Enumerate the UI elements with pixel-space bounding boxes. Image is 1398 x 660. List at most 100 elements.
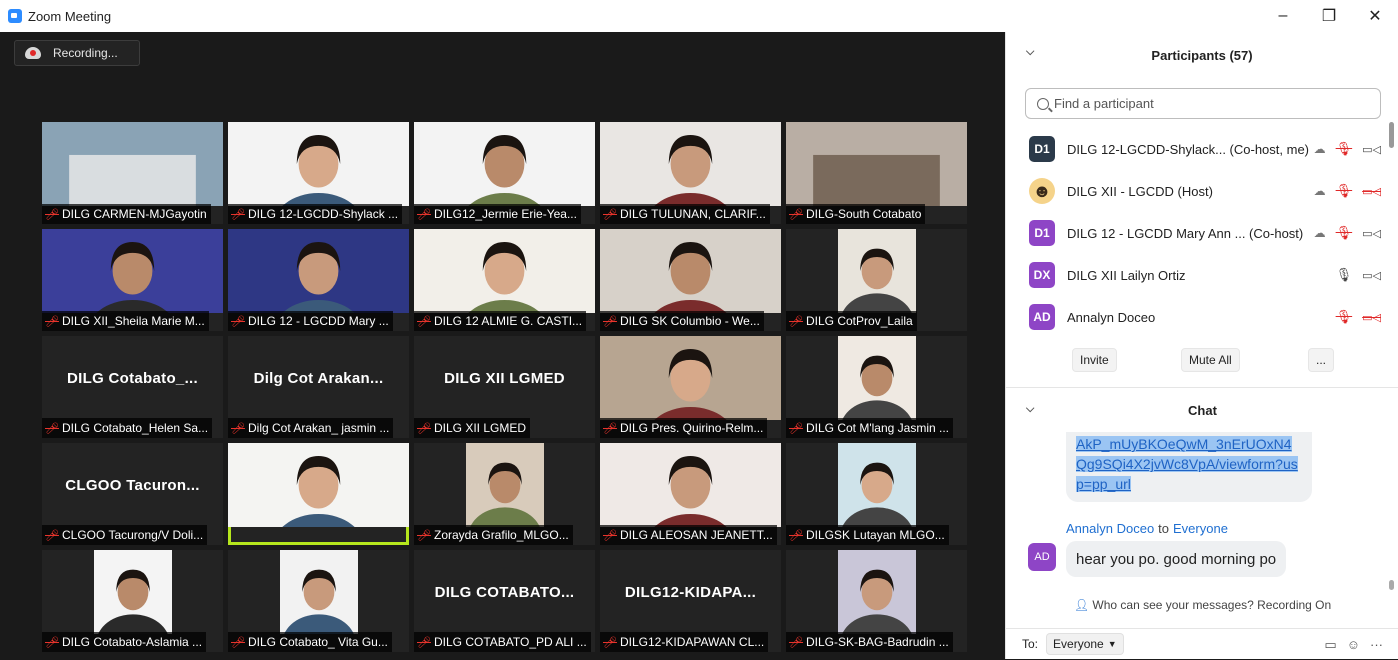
tile-name-label: 🎤︎ CLGOO Tacurong/V Doli... [42, 525, 208, 545]
video-feed [837, 336, 916, 438]
tile-name: DILG XII_Sheila Marie M... [62, 314, 205, 328]
more-options-button[interactable]: ... [1308, 348, 1335, 372]
video-tile[interactable]: DILG Cotabato_... 🎤︎ DILG Cotabato_Helen S… [42, 336, 223, 438]
mic-muted-icon: 🎤︎ [417, 636, 431, 649]
video-feed [600, 443, 781, 545]
video-tile[interactable]: 🎤︎ DILG Cotabato-Aslamia ... [42, 550, 223, 652]
person-silhouette [96, 569, 169, 652]
participant-row[interactable]: D1 DILG 12 - LGCDD Mary Ann ... (Co-host)… [1006, 212, 1391, 254]
mute-all-button[interactable]: Mute All [1181, 348, 1240, 372]
recording-indicator[interactable]: Recording... [14, 40, 140, 66]
tile-display-name: CLGOO Tacuron... [65, 477, 200, 494]
file-icon[interactable]: ▭ [1324, 637, 1336, 653]
video-feed [600, 229, 781, 331]
video-feed [465, 443, 544, 545]
participant-row[interactable]: AD Annalyn Doceo 🎙︎ ▭◁ [1006, 296, 1391, 338]
video-tile[interactable]: 🎤︎ DILG SK Columbio - We... [600, 229, 781, 331]
chat-message: hear you po. good morning po [1066, 541, 1287, 577]
tile-name-label: 🎤︎ DILG Cot M'lang Jasmin ... [786, 418, 954, 438]
video-tile[interactable]: 🎤︎ DILG XII_Sheila Marie M... [42, 229, 223, 331]
chat-sender[interactable]: Annalyn Doceo [1066, 521, 1154, 536]
maximize-button[interactable]: ❐ [1306, 0, 1352, 32]
zoom-app-icon [8, 9, 22, 23]
video-tile[interactable]: 🎤︎ DILG 12 ALMIE G. CASTI... [414, 229, 595, 331]
cloud-recording-icon: ☁ [1313, 226, 1326, 240]
tile-name-label: 🎤︎ DILG 12 ALMIE G. CASTI... [414, 311, 587, 331]
emoji-icon[interactable]: ☺ [1347, 637, 1360, 652]
video-feed [837, 443, 916, 545]
video-icon: ▭◁ [1362, 227, 1381, 240]
avatar: D1 [1029, 136, 1055, 162]
participant-row[interactable]: ☻ DILG XII - LGCDD (Host) ☁ 🎙︎ ▭◁ [1006, 170, 1391, 212]
video-tile[interactable]: 🎤︎ Zorayda Grafilo_MLGO... [414, 443, 595, 545]
minimize-button[interactable]: – [1260, 0, 1306, 32]
mic-muted-icon: 🎤︎ [45, 422, 59, 435]
video-tile[interactable]: DILG XII LGMED 🎤︎ DILG XII LGMED [414, 336, 595, 438]
tile-name: Dilg Cot Arakan_ jasmin ... [248, 421, 390, 435]
participant-row[interactable]: DX DILG XII Lailyn Ortiz 🎙︎ ▭◁ [1006, 254, 1391, 296]
video-tile[interactable]: 🎤︎ DILG ALEOSAN JEANETT... [600, 443, 781, 545]
video-tile[interactable]: DILG12-KIDAPA... 🎤︎ DILG12-KIDAPAWAN CL... [600, 550, 781, 652]
mic-muted-icon: 🎤︎ [603, 315, 617, 328]
tile-name: DILG12_Jermie Erie-Yea... [434, 207, 577, 221]
video-tile[interactable]: 🎤︎ DILG12_Jermie Erie-Yea... [414, 122, 595, 224]
video-tile[interactable]: 🎤︎ DILG Cot M'lang Jasmin ... [786, 336, 967, 438]
video-tile[interactable]: 🎤︎ DILG 12-LGCDD-Shylack ... [228, 122, 409, 224]
video-tile[interactable]: 🎤︎ DILGSK Lutayan MLGO... [786, 443, 967, 545]
chat-collapse-chevron-icon[interactable]: ⌵ [1026, 403, 1034, 416]
mic-muted-icon: 🎙︎ [1335, 141, 1353, 156]
mic-muted-icon: 🎤︎ [789, 529, 803, 542]
video-off-icon: ▭◁ [1362, 185, 1381, 198]
tile-name-label: 🎤︎ DILG Cotabato_Helen Sa... [42, 418, 213, 438]
participant-list: D1 DILG 12-LGCDD-Shylack... (Co-host, me)… [1006, 128, 1391, 338]
close-button[interactable]: ✕ [1352, 0, 1398, 32]
video-tile[interactable]: 🎤︎ DILG CotProv_Laila [786, 229, 967, 331]
person-silhouette [271, 456, 366, 545]
video-tile[interactable]: CLGOO Tacuron... 🎤︎ CLGOO Tacurong/V Doli.… [42, 443, 223, 545]
recipient-select[interactable]: Everyone ▼ [1046, 633, 1124, 655]
person-silhouette [643, 349, 738, 438]
mic-muted-icon: 🎤︎ [231, 208, 245, 221]
person-silhouette [643, 242, 738, 331]
video-tile[interactable]: 🎤︎ DILG TULUNAN, CLARIF... [600, 122, 781, 224]
chevron-down-icon: ▼ [1107, 639, 1117, 649]
tile-name-label: 🎤︎ DILG-South Cotabato [786, 204, 926, 224]
video-tile[interactable]: 🎤︎ DILG Pres. Quirino-Relm... [600, 336, 781, 438]
participant-list-scrollbar[interactable] [1389, 122, 1394, 148]
person-silhouette [643, 456, 738, 545]
more-icon[interactable]: ··· [1370, 637, 1383, 652]
participant-search-input[interactable]: Find a participant [1025, 88, 1381, 119]
tile-name-label: 🎤︎ DILG SK Columbio - We... [600, 311, 764, 331]
video-icon: ▭◁ [1362, 143, 1381, 156]
video-tile[interactable]: 🎤︎ DILG-South Cotabato [786, 122, 967, 224]
cloud-recording-icon: ☁ [1313, 142, 1326, 156]
tile-display-name: DILG XII LGMED [444, 370, 565, 387]
video-feed [837, 229, 916, 331]
person-silhouette [840, 248, 913, 331]
video-tile[interactable]: 🎤︎ DILG 12 - LGCDD Mary ... [228, 229, 409, 331]
tile-name: DILG COTABATO_PD ALI ... [434, 635, 587, 649]
video-tile[interactable]: DILG COTABATO... 🎤︎ DILG COTABATO_PD ALI .… [414, 550, 595, 652]
chat-link[interactable]: AkP_mUyBKOeQwM_3nErUOxN4Qg9SQi4X2jvWc8Vp… [1076, 436, 1298, 492]
video-tile[interactable]: 🎤︎ DILG-SK-BAG-Badrudin ... [786, 550, 967, 652]
video-feed [600, 122, 781, 224]
video-tile[interactable]: 🎤︎ DILG Cotabato_ Vita Gu... [228, 550, 409, 652]
mic-muted-icon: 🎤︎ [789, 315, 803, 328]
video-tile[interactable] [228, 443, 409, 545]
collapse-chevron-icon[interactable]: ⌵ [1026, 46, 1034, 59]
invite-button[interactable]: Invite [1072, 348, 1117, 372]
person-silhouette [468, 462, 541, 545]
video-tile[interactable]: Dilg Cot Arakan... 🎤︎ Dilg Cot Arakan_ jas… [228, 336, 409, 438]
video-tile[interactable]: 🎤︎ DILG CARMEN-MJGayotin [42, 122, 223, 224]
tile-name-label: 🎤︎ DILG Cotabato-Aslamia ... [42, 632, 207, 652]
tile-name: DILG Pres. Quirino-Relm... [620, 421, 764, 435]
participant-row[interactable]: D1 DILG 12-LGCDD-Shylack... (Co-host, me)… [1006, 128, 1391, 170]
tile-name-label: 🎤︎ DILG Cotabato_ Vita Gu... [228, 632, 392, 652]
mic-muted-icon: 🎤︎ [45, 315, 59, 328]
video-off-icon: ▭◁ [1362, 311, 1381, 324]
chat-scrollbar[interactable] [1389, 580, 1394, 590]
tile-name: DILG CotProv_Laila [806, 314, 913, 328]
message-visibility-info[interactable]: 👤︎ Who can see your messages? Recording … [1006, 598, 1398, 612]
video-feed [42, 229, 223, 331]
chat-recipient[interactable]: Everyone [1173, 521, 1228, 536]
